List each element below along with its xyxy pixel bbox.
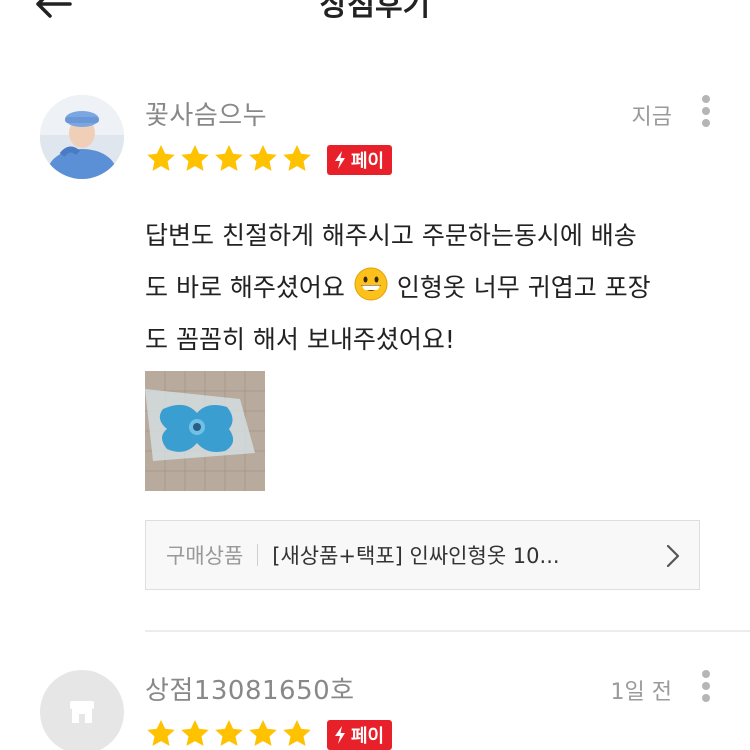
- lightning-icon: [335, 726, 345, 744]
- review-text: 답변도 친절하게 해주시고 주문하는동시에 배송 도 바로 해주셨어요 인형옷 …: [145, 210, 705, 366]
- product-name: [새상품+택포] 인싸인형옷 10...: [272, 544, 560, 568]
- review-text-segment: 도 바로 해주셨어요: [145, 273, 345, 302]
- review-divider: [145, 630, 750, 632]
- review-time: 1일 전: [610, 680, 672, 705]
- more-options-button[interactable]: [694, 95, 718, 131]
- product-prefix-label: 구매상품: [166, 544, 244, 568]
- dot-icon: [702, 694, 710, 702]
- more-options-button[interactable]: [694, 670, 718, 706]
- store-icon: [70, 701, 94, 723]
- star-icon: [249, 145, 277, 171]
- divider: [257, 544, 259, 566]
- dot-icon: [702, 107, 710, 115]
- pay-badge-label: 페이: [351, 151, 385, 172]
- star-icon: [283, 720, 311, 746]
- dot-icon: [702, 95, 710, 103]
- dot-icon: [702, 682, 710, 690]
- star-rating: [145, 718, 313, 750]
- reviewer-name[interactable]: 꽃사슴으누: [145, 95, 267, 132]
- reviewer-avatar[interactable]: [40, 95, 124, 179]
- purchased-product-link[interactable]: 구매상품 [새상품+택포] 인싸인형옷 10...: [145, 520, 700, 590]
- review-photo[interactable]: [145, 371, 265, 491]
- lightning-icon: [335, 151, 345, 169]
- star-icon: [215, 145, 243, 171]
- star-icon: [147, 145, 175, 171]
- review-text-line: 도 꼼꼼히 해서 보내주셨어요!: [145, 325, 455, 354]
- star-icon: [181, 720, 209, 746]
- reviewer-name[interactable]: 상점13081650호: [145, 670, 355, 707]
- pay-badge: 페이: [327, 720, 393, 750]
- star-icon: [283, 145, 311, 171]
- star-icon: [147, 720, 175, 746]
- star-rating: [145, 143, 313, 177]
- pay-badge-label: 페이: [351, 726, 385, 747]
- star-icon: [215, 720, 243, 746]
- top-header: 상점후기: [0, 0, 750, 30]
- page-title: 상점후기: [319, 0, 431, 23]
- review-text-segment: 인형옷 너무 귀엽고 포장: [396, 273, 651, 302]
- chevron-right-icon: [666, 544, 680, 568]
- review-photo-image: [145, 371, 265, 491]
- review-time: 지금: [631, 105, 672, 130]
- star-icon: [249, 720, 277, 746]
- dot-icon: [702, 119, 710, 127]
- star-icon: [181, 145, 209, 171]
- grinning-face-emoji-icon: [354, 267, 388, 301]
- pay-badge: 페이: [327, 145, 393, 175]
- dot-icon: [702, 670, 710, 678]
- avatar-photo: [40, 95, 124, 179]
- review-text-line: 답변도 친절하게 해주시고 주문하는동시에 배송: [145, 221, 637, 250]
- store-reviews-page: 상점후기 꽃사슴으누 지금 페이 답변도 친절하게 해주시고 주문하는동시에 배…: [0, 0, 750, 750]
- review-text-line: 도 바로 해주셨어요 인형옷 너무 귀엽고 포장: [145, 262, 705, 314]
- reviewer-avatar[interactable]: [40, 670, 124, 750]
